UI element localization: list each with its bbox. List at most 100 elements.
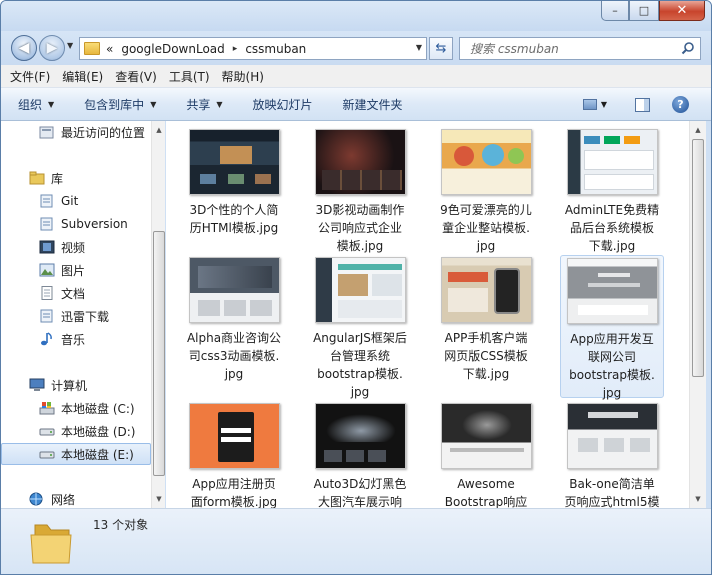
- file-name-line: Alpha商业咨询公: [186, 331, 282, 345]
- nav-thunder-downloads[interactable]: 迅雷下载: [1, 305, 151, 327]
- include-in-library-button[interactable]: 包含到库中 ▼: [84, 96, 156, 113]
- scroll-up-icon[interactable]: ▲: [692, 123, 704, 137]
- file-name[interactable]: App应用开发互 联网公司 bootstrap模板. jpg: [561, 330, 663, 402]
- nav-libraries[interactable]: 库: [1, 167, 151, 189]
- nav-pictures[interactable]: 图片: [1, 259, 151, 281]
- change-view-icon[interactable]: [582, 99, 597, 110]
- nav-recent-places[interactable]: 最近访问的位置: [1, 121, 151, 143]
- address-bar[interactable]: « googleDownLoad ▸ cssmuban ▼: [79, 37, 427, 60]
- file-name-line: bootstrap模板.: [569, 368, 655, 382]
- minimize-button[interactable]: –: [601, 1, 629, 21]
- menu-view[interactable]: 查看(V): [115, 68, 157, 85]
- file-name[interactable]: Bak-one简洁单 页响应式html5模: [560, 475, 664, 508]
- title-bar: – □ ✕: [1, 1, 711, 31]
- file-name[interactable]: Alpha商业咨询公 司css3动画模板. jpg: [182, 329, 286, 383]
- file-name-line: Awesome: [457, 477, 515, 491]
- content-scrollbar[interactable]: ▲ ▼: [689, 121, 706, 508]
- file-item[interactable]: Bak-one简洁单 页响应式html5模: [560, 403, 664, 508]
- nav-network-label: 网络: [51, 492, 76, 507]
- new-folder-button[interactable]: 新建文件夹: [343, 96, 403, 113]
- file-name-line: 9色可爱漂亮的儿: [440, 203, 532, 217]
- file-name[interactable]: APP手机客户端 网页版CSS模板 下载.jpg: [434, 329, 538, 383]
- file-name[interactable]: Awesome Bootstrap响应: [434, 475, 538, 508]
- preview-pane-icon[interactable]: [635, 97, 650, 112]
- organize-button[interactable]: 组织 ▼: [18, 96, 54, 113]
- search-input[interactable]: [470, 41, 670, 56]
- address-dropdown-icon[interactable]: ▼: [416, 43, 422, 52]
- breadcrumb-cssmuban[interactable]: cssmuban: [245, 42, 306, 56]
- command-bar: 组织 ▼ 包含到库中 ▼ 共享 ▼ 放映幻灯片 新建文件夹 ▼ ?: [1, 88, 711, 121]
- nav-subversion[interactable]: Subversion: [1, 213, 151, 235]
- file-item[interactable]: APP手机客户端 网页版CSS模板 下载.jpg: [434, 257, 538, 383]
- nav-music[interactable]: 音乐: [1, 328, 151, 350]
- file-name[interactable]: Auto3D幻灯黑色 大图汽车展示响: [308, 475, 412, 508]
- file-name-line: 3D个性的个人简: [189, 203, 279, 217]
- file-item[interactable]: App应用注册页 面form模板.jpg: [182, 403, 286, 508]
- file-name-line: Bootstrap响应: [444, 495, 528, 508]
- breadcrumb-googledownload[interactable]: googleDownLoad: [121, 42, 224, 56]
- scroll-down-icon[interactable]: ▼: [153, 492, 165, 506]
- breadcrumb-separator-icon[interactable]: ▸: [233, 44, 238, 54]
- file-thumbnail: [566, 258, 658, 324]
- scroll-down-icon[interactable]: ▼: [692, 492, 704, 506]
- nav-drive-c[interactable]: 本地磁盘 (C:): [1, 397, 151, 419]
- nav-git[interactable]: Git: [1, 190, 151, 212]
- file-item[interactable]: Alpha商业咨询公 司css3动画模板. jpg: [182, 257, 286, 383]
- nav-videos[interactable]: 视频: [1, 236, 151, 258]
- file-name[interactable]: 3D个性的个人简 历HTMl模板.jpg: [182, 201, 286, 237]
- file-thumbnail: [314, 129, 406, 195]
- file-item[interactable]: Auto3D幻灯黑色 大图汽车展示响: [308, 403, 412, 508]
- nav-network[interactable]: 网络: [1, 488, 151, 508]
- close-button[interactable]: ✕: [659, 1, 705, 21]
- refresh-button[interactable]: ⇆: [429, 37, 453, 60]
- nav-drive-d[interactable]: 本地磁盘 (D:): [1, 420, 151, 442]
- search-icon[interactable]: [681, 41, 695, 55]
- forward-button[interactable]: ▶: [39, 35, 65, 61]
- file-name-line: jpg: [224, 367, 244, 381]
- file-name[interactable]: 9色可爱漂亮的儿 童企业整站模板. jpg: [434, 201, 538, 255]
- file-item[interactable]: 3D个性的个人简 历HTMl模板.jpg: [182, 129, 286, 237]
- help-icon[interactable]: ?: [672, 96, 689, 113]
- file-name-line: 下载.jpg: [588, 239, 636, 253]
- file-item-selected[interactable]: App应用开发互 联网公司 bootstrap模板. jpg: [560, 255, 664, 400]
- file-name[interactable]: App应用注册页 面form模板.jpg: [182, 475, 286, 508]
- system-drive-icon: [39, 402, 55, 415]
- file-item[interactable]: 9色可爱漂亮的儿 童企业整站模板. jpg: [434, 129, 538, 255]
- file-item[interactable]: AdminLTE免费精 品后台系统模板 下载.jpg: [560, 129, 664, 255]
- nav-documents[interactable]: 文档: [1, 282, 151, 304]
- menu-file[interactable]: 文件(F): [10, 68, 50, 85]
- search-box[interactable]: [459, 37, 701, 60]
- maximize-button[interactable]: □: [629, 1, 659, 21]
- file-thumbnail: [314, 257, 406, 323]
- breadcrumb-recent[interactable]: «: [106, 42, 113, 56]
- hard-drive-icon: [39, 451, 55, 459]
- nav-pane-scrollbar[interactable]: ▲ ▼: [151, 121, 165, 508]
- back-button[interactable]: ◀: [11, 35, 37, 61]
- file-name[interactable]: AdminLTE免费精 品后台系统模板 下载.jpg: [560, 201, 664, 255]
- menu-tools[interactable]: 工具(T): [169, 68, 210, 85]
- file-thumbnail: [440, 257, 532, 323]
- file-name[interactable]: 3D影视动画制作 公司响应式企业 模板.jpg: [308, 201, 412, 255]
- menu-edit[interactable]: 编辑(E): [62, 68, 103, 85]
- nav-computer[interactable]: 计算机: [1, 374, 151, 396]
- menu-help[interactable]: 帮助(H): [222, 68, 264, 85]
- content-scroll-thumb[interactable]: [692, 139, 704, 377]
- recent-pages-dropdown[interactable]: ▼: [67, 41, 73, 50]
- file-item[interactable]: AngularJS框架后 台管理系统 bootstrap模板. jpg: [308, 257, 412, 401]
- file-name-line: App应用开发互: [570, 332, 654, 346]
- nav-drive-e[interactable]: 本地磁盘 (E:): [1, 443, 151, 465]
- file-thumbnail: [440, 403, 532, 469]
- refresh-icon: ⇆: [435, 41, 447, 56]
- slideshow-button[interactable]: 放映幻灯片: [253, 96, 313, 113]
- subversion-library-icon: [40, 217, 53, 231]
- file-name[interactable]: AngularJS框架后 台管理系统 bootstrap模板. jpg: [308, 329, 412, 401]
- scroll-up-icon[interactable]: ▲: [153, 123, 165, 137]
- libraries-icon: [29, 171, 45, 185]
- views-dropdown-icon[interactable]: ▼: [601, 100, 607, 109]
- file-thumbnail: [188, 257, 280, 323]
- computer-icon: [29, 378, 45, 391]
- nav-scroll-thumb[interactable]: [153, 231, 165, 476]
- file-item[interactable]: 3D影视动画制作 公司响应式企业 模板.jpg: [308, 129, 412, 255]
- file-item[interactable]: Awesome Bootstrap响应: [434, 403, 538, 508]
- share-button[interactable]: 共享 ▼: [186, 96, 222, 113]
